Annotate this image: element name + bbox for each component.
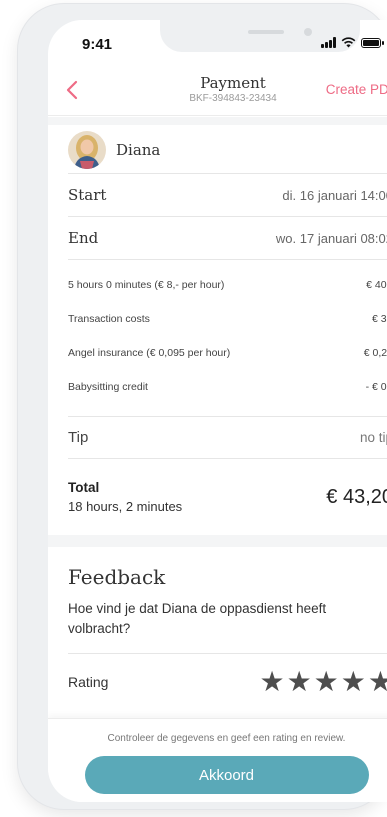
cost-label: 5 hours 0 minutes (€ 8,- per hour) bbox=[68, 279, 225, 291]
tip-value: no tip bbox=[359, 430, 387, 445]
star-rating[interactable]: ★ ★ ★ ★ ★ bbox=[259, 667, 387, 696]
star-icon[interactable]: ★ bbox=[368, 667, 387, 696]
page-title: Payment bbox=[200, 74, 266, 92]
accept-button[interactable]: Akkoord bbox=[84, 756, 369, 794]
speaker-grill bbox=[248, 30, 284, 34]
avatar bbox=[68, 130, 106, 169]
total-duration: 18 hours, 2 minutes bbox=[68, 499, 183, 514]
create-pdf-button[interactable]: Create PDF bbox=[326, 82, 387, 97]
sitter-name: Diana bbox=[116, 140, 161, 159]
cost-label: Babysitting credit bbox=[68, 381, 148, 393]
status-icons bbox=[321, 37, 384, 48]
end-value: wo. 17 januari 08:02 bbox=[275, 230, 387, 246]
phone-frame: 9:41 Payment BKF-394843-23434 Create PDF bbox=[18, 4, 387, 809]
star-icon[interactable]: ★ bbox=[287, 667, 312, 696]
app-screen: 9:41 Payment BKF-394843-23434 Create PDF bbox=[48, 20, 387, 802]
payment-details: Diana Start di. 16 januari 14:00 End wo.… bbox=[48, 126, 387, 709]
navigation-bar: Payment BKF-394843-23434 Create PDF bbox=[48, 68, 387, 116]
total-row: Total 18 hours, 2 minutes € 43,20 bbox=[68, 459, 387, 535]
cost-row-credit: Babysitting credit - € 0,- bbox=[68, 370, 387, 404]
front-camera bbox=[304, 28, 312, 36]
cost-amount: - € 0,- bbox=[365, 381, 387, 393]
cost-label: Angel insurance (€ 0,095 per hour) bbox=[68, 347, 231, 359]
wifi-icon bbox=[341, 37, 356, 48]
end-label: End bbox=[68, 229, 99, 247]
rating-row: Rating ★ ★ ★ ★ ★ bbox=[68, 653, 387, 709]
cost-amount: € 40,- bbox=[366, 279, 387, 291]
rating-label: Rating bbox=[68, 673, 109, 690]
start-value: di. 16 januari 14:00 bbox=[282, 187, 387, 203]
star-icon[interactable]: ★ bbox=[259, 667, 284, 696]
back-button[interactable] bbox=[58, 74, 86, 106]
feedback-question: Hoe vind je dat Diana de oppasdienst hee… bbox=[68, 601, 327, 636]
feedback-section: Feedback Hoe vind je dat Diana de oppasd… bbox=[68, 565, 387, 709]
footer-note: Controleer de gegevens en geef een ratin… bbox=[107, 733, 346, 744]
tip-row[interactable]: Tip no tip bbox=[68, 417, 387, 459]
signal-icon bbox=[321, 37, 336, 48]
end-row: End wo. 17 januari 08:02 bbox=[68, 217, 387, 260]
cost-row-hours: 5 hours 0 minutes (€ 8,- per hour) € 40,… bbox=[68, 268, 387, 302]
start-row: Start di. 16 januari 14:00 bbox=[68, 174, 387, 217]
cost-amount: € 3,- bbox=[371, 313, 387, 325]
total-label: Total bbox=[68, 480, 100, 495]
sitter-row[interactable]: Diana bbox=[68, 126, 387, 174]
total-amount: € 43,20 bbox=[326, 485, 387, 508]
cost-breakdown: 5 hours 0 minutes (€ 8,- per hour) € 40,… bbox=[68, 260, 387, 417]
cost-row-insurance: Angel insurance (€ 0,095 per hour) € 0,2… bbox=[68, 336, 387, 370]
booking-reference: BKF-394843-23434 bbox=[189, 93, 277, 104]
tip-label: Tip bbox=[68, 429, 89, 446]
star-icon[interactable]: ★ bbox=[314, 667, 339, 696]
section-divider bbox=[48, 535, 387, 547]
cost-label: Transaction costs bbox=[68, 313, 150, 325]
cost-amount: € 0,20 bbox=[363, 347, 387, 359]
chevron-left-icon bbox=[66, 80, 78, 100]
star-icon[interactable]: ★ bbox=[341, 667, 366, 696]
status-time: 9:41 bbox=[82, 36, 113, 53]
section-divider bbox=[48, 117, 387, 125]
start-label: Start bbox=[68, 186, 107, 204]
battery-icon bbox=[361, 37, 384, 48]
feedback-title: Feedback bbox=[68, 565, 166, 589]
footer-bar: Controleer de gegevens en geef een ratin… bbox=[48, 718, 387, 802]
cost-row-transaction: Transaction costs € 3,- bbox=[68, 302, 387, 336]
